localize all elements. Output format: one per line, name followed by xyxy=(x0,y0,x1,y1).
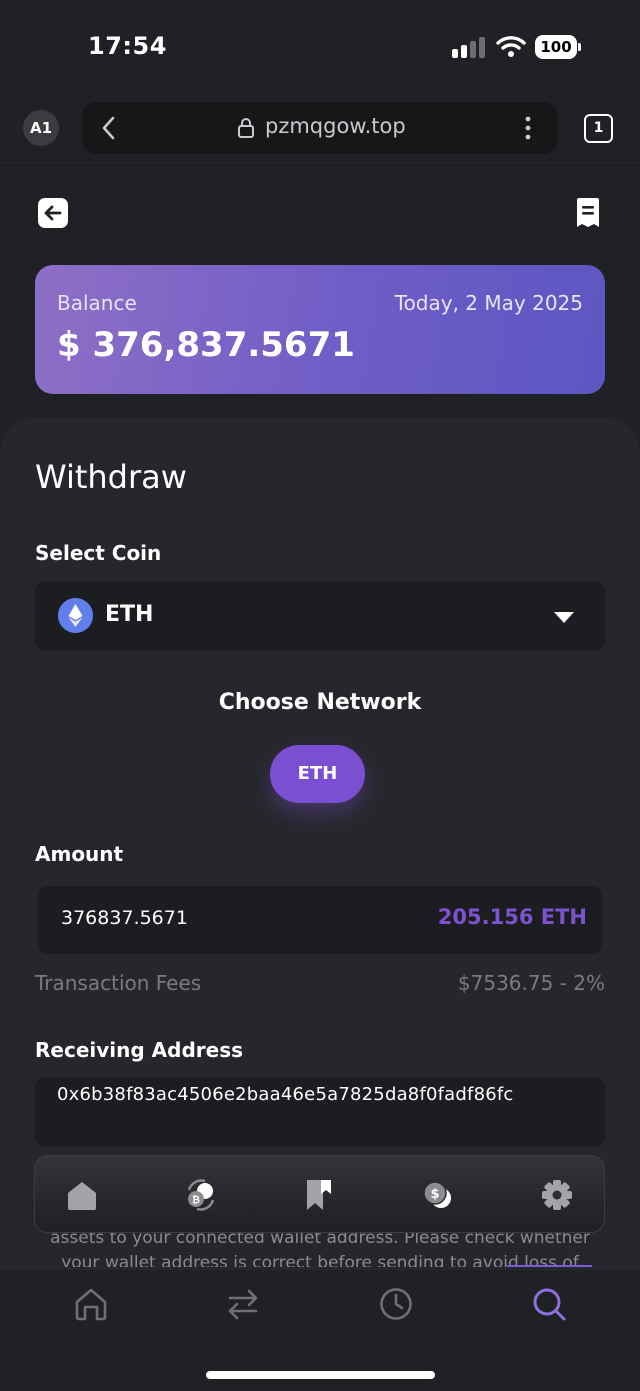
receiving-address-label: Receiving Address xyxy=(35,1038,243,1062)
svg-text:₿: ₿ xyxy=(192,1194,200,1206)
back-button[interactable] xyxy=(38,198,68,228)
browser-back-icon[interactable] xyxy=(100,114,118,142)
dollar-coins-icon[interactable]: $ xyxy=(420,1178,456,1212)
address-bar[interactable]: pzmqgow.top xyxy=(82,102,558,154)
home-icon[interactable] xyxy=(64,1178,100,1212)
notice-link-underline xyxy=(507,1265,592,1267)
browser-toolbar: A1 pzmqgow.top 1 xyxy=(0,92,640,166)
arrow-left-icon xyxy=(44,205,62,221)
balance-card: Balance Today, 2 May 2025 $ 376,837.5671 xyxy=(35,265,605,394)
network-option-eth[interactable]: ETH xyxy=(270,745,365,803)
amount-input[interactable]: 376837.5671 205.156 ETH xyxy=(38,886,602,954)
status-time: 17:54 xyxy=(88,32,167,60)
cellular-signal-icon xyxy=(452,36,488,58)
transaction-fees-value: $7536.75 - 2% xyxy=(457,971,605,995)
home-indicator[interactable] xyxy=(206,1371,435,1379)
app-dock: ₿ $ xyxy=(34,1155,605,1233)
tabs-count-button[interactable]: 1 xyxy=(584,114,613,143)
receiving-address-value: 0x6b38f83ac4506e2baa46e5a7825da8f0fadf86… xyxy=(57,1084,514,1105)
lock-icon xyxy=(238,118,254,138)
amount-value: 376837.5671 xyxy=(61,907,188,929)
select-coin-label: Select Coin xyxy=(35,541,162,565)
balance-value: $ 376,837.5671 xyxy=(57,325,355,365)
amount-eth-equivalent: 205.156 ETH xyxy=(437,905,587,929)
chevron-down-icon xyxy=(554,612,574,623)
ethereum-icon xyxy=(58,598,93,633)
battery-icon: 100 xyxy=(535,35,581,59)
battery-level: 100 xyxy=(535,35,577,59)
amount-label: Amount xyxy=(35,842,124,866)
search-icon[interactable] xyxy=(531,1286,567,1322)
svg-text:$: $ xyxy=(430,1187,439,1202)
selected-coin: ETH xyxy=(105,602,154,627)
transaction-fees-label: Transaction Fees xyxy=(35,971,202,995)
coin-select-dropdown[interactable]: ETH xyxy=(35,581,605,651)
swap-icon[interactable] xyxy=(225,1286,261,1322)
choose-network-title: Choose Network xyxy=(218,690,422,715)
wifi-icon xyxy=(496,36,526,57)
bookmark-icon[interactable] xyxy=(301,1178,337,1212)
home-icon[interactable] xyxy=(73,1286,109,1322)
status-bar: 17:54 100 xyxy=(0,0,640,92)
profile-badge[interactable]: A1 xyxy=(23,110,59,146)
url-text: pzmqgow.top xyxy=(265,114,406,138)
page-title: Withdraw xyxy=(35,458,187,496)
settings-icon[interactable] xyxy=(539,1178,575,1212)
balance-date: Today, 2 May 2025 xyxy=(394,291,583,315)
receiving-address-input[interactable]: 0x6b38f83ac4506e2baa46e5a7825da8f0fadf86… xyxy=(35,1077,605,1147)
more-options-icon[interactable] xyxy=(524,116,532,140)
balance-label: Balance xyxy=(57,291,137,315)
history-icon[interactable] xyxy=(378,1286,414,1322)
receipt-icon[interactable] xyxy=(574,197,602,229)
exchange-coins-icon[interactable]: ₿ xyxy=(183,1178,219,1212)
